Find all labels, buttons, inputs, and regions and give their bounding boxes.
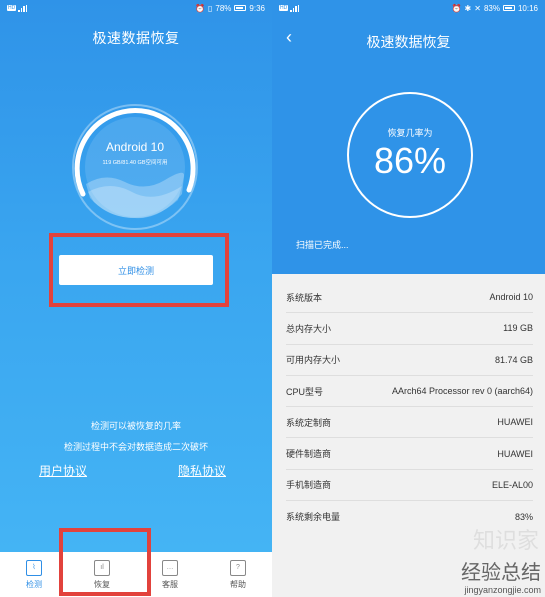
tab-label: 检测 xyxy=(26,579,42,589)
vibrate-icon: ▯ xyxy=(208,3,213,13)
info-label: 系统剩余电量 xyxy=(286,512,341,523)
info-label: 硬件制造商 xyxy=(286,449,332,460)
signal-icon xyxy=(290,4,300,12)
recovery-percent: 86% xyxy=(373,140,447,181)
user-agreement-link[interactable]: 用户协议 xyxy=(39,462,87,479)
storage-info: 119 GB/81.40 GB空间可用 xyxy=(102,160,168,166)
battery-percent: 83% xyxy=(483,3,500,13)
info-label: 总内存大小 xyxy=(286,323,332,334)
bluetooth-icon: ✱ xyxy=(464,3,472,13)
status-bar: HD ⏰ ▯ 78% 9:36 xyxy=(0,0,272,16)
tab-detect[interactable]: ⌇ 检测 xyxy=(0,552,68,597)
chat-icon: … xyxy=(162,559,178,576)
info-label: CPU型号 xyxy=(286,386,324,397)
status-time: 10:16 xyxy=(517,3,538,13)
highlight-box-recover-tab xyxy=(59,528,151,596)
tab-label: 客服 xyxy=(162,579,178,589)
alarm-icon: ⏰ xyxy=(195,3,205,13)
storage-gauge xyxy=(72,104,198,230)
info-value: AArch64 Processor rev 0 (aarch64) xyxy=(391,386,533,397)
battery-icon xyxy=(502,5,515,11)
recovery-label: 恢复几率为 xyxy=(387,128,433,138)
detect-now-button[interactable]: 立即检测 xyxy=(59,255,213,285)
watermark: 知识家 经验总结 jingyanzongjie.com xyxy=(461,528,541,595)
info-row: 总内存大小 119 GB xyxy=(286,313,533,345)
os-version: Android 10 xyxy=(105,140,165,154)
status-bar: HD ⏰ ✱ ✕ 83% 10:16 xyxy=(272,0,545,16)
hd-badge: HD xyxy=(279,5,289,11)
watermark-url: jingyanzongjie.com xyxy=(464,585,541,595)
scan-status: 扫描已完成... xyxy=(296,240,349,250)
tab-label: 帮助 xyxy=(230,579,246,589)
watermark-title: 经验总结 xyxy=(461,560,541,584)
status-time: 9:36 xyxy=(249,3,265,13)
device-info-list: 系统版本 Android 10 总内存大小 119 GB 可用内存大小 81.74 G… xyxy=(272,282,545,532)
watermark-background-text: 知识家 xyxy=(472,528,539,553)
info-label: 系统定制商 xyxy=(286,417,332,428)
alarm-icon: ⏰ xyxy=(451,3,462,13)
info-value: HUAWEI xyxy=(497,448,533,459)
info-row: 可用内存大小 81.74 GB xyxy=(286,345,533,376)
info-row: 手机制造商 ELE-AL00 xyxy=(286,470,533,502)
tab-help[interactable]: ? 帮助 xyxy=(204,552,272,597)
battery-icon xyxy=(234,5,247,11)
info-label: 手机制造商 xyxy=(286,480,332,491)
info-text-1: 检测可以被恢复的几率 xyxy=(90,421,181,431)
info-row: 硬件制造商 HUAWEI xyxy=(286,438,533,470)
battery-percent: 78% xyxy=(215,3,232,13)
info-value: 119 GB xyxy=(503,323,533,334)
info-label: 可用内存大小 xyxy=(286,355,341,366)
help-icon: ? xyxy=(230,559,246,576)
signal-icon xyxy=(18,4,28,12)
info-value: HUAWEI xyxy=(497,417,533,428)
info-value: ELE-AL00 xyxy=(491,479,533,490)
info-value: 83% xyxy=(514,511,533,522)
info-row: 系统版本 Android 10 xyxy=(286,282,533,314)
privacy-policy-link[interactable]: 隐私协议 xyxy=(178,462,226,479)
result-screen: HD ⏰ ✱ ✕ 83% 10:16 ‹ 极速数据恢复 恢复几率为 86% 扫描… xyxy=(272,0,545,597)
mute-icon: ✕ xyxy=(474,3,481,13)
info-value: 81.74 GB xyxy=(494,354,533,365)
detection-screen: HD ⏰ ▯ 78% 9:36 极速数据恢复 Android 10 119 GB… xyxy=(0,0,272,597)
page-title: 极速数据恢复 xyxy=(92,30,180,46)
info-text-2: 检测过程中不会对数据造成二次破坏 xyxy=(63,442,208,452)
info-label: 系统版本 xyxy=(286,292,323,303)
info-row: CPU型号 AArch64 Processor rev 0 (aarch64) xyxy=(286,376,533,408)
result-header: HD ⏰ ✱ ✕ 83% 10:16 ‹ 极速数据恢复 恢复几率为 86% 扫描… xyxy=(272,0,545,274)
info-row: 系统定制商 HUAWEI xyxy=(286,407,533,439)
monitor-icon: ⌇ xyxy=(26,559,42,576)
info-value: Android 10 xyxy=(489,292,533,303)
page-title: 极速数据恢复 xyxy=(366,34,451,50)
hd-badge: HD xyxy=(7,5,17,11)
